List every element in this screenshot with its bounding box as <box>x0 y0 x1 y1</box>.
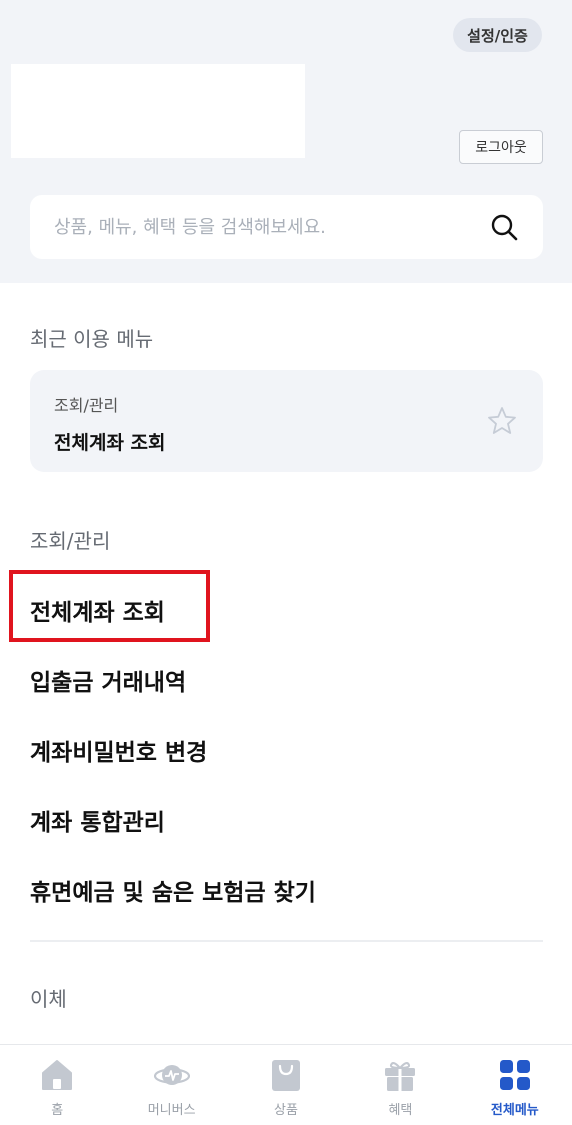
profile-area <box>11 64 305 158</box>
recent-menu-card[interactable]: 조회/관리 전체계좌 조회 <box>30 370 543 472</box>
home-icon <box>42 1060 73 1090</box>
recent-card-name: 전체계좌 조회 <box>54 432 166 454</box>
logout-button[interactable]: 로그아웃 <box>459 130 543 164</box>
menu-item-all-accounts[interactable]: 전체계좌 조회 <box>30 593 165 627</box>
recent-menu-title: 최근 이용 메뉴 <box>30 327 154 351</box>
search-icon[interactable] <box>489 212 519 242</box>
planet-icon <box>153 1065 190 1085</box>
settings-auth-button[interactable]: 설정/인증 <box>453 18 542 52</box>
recent-card-category: 조회/관리 <box>54 396 119 415</box>
nav-item-home[interactable]: 홈 <box>0 1045 114 1125</box>
nav-item-all-menu[interactable]: 전체메뉴 <box>458 1045 572 1125</box>
grid-menu-icon <box>499 1060 530 1090</box>
menu-item-account-integration[interactable]: 계좌 통합관리 <box>30 803 165 837</box>
nav-item-moneyverse[interactable]: 머니버스 <box>114 1045 228 1125</box>
menu-item-change-password[interactable]: 계좌비밀번호 변경 <box>30 733 207 767</box>
inquiry-section-title: 조회/관리 <box>30 529 111 553</box>
menu-item-transaction-history[interactable]: 입출금 거래내역 <box>30 663 186 697</box>
header: 설정/인증 로그아웃 <box>0 0 572 283</box>
nav-label-moneyverse: 머니버스 <box>147 1103 196 1118</box>
bottom-navigation: 홈 머니버스 상품 혜택 전체메뉴 <box>0 1044 572 1125</box>
search-input[interactable] <box>54 216 474 238</box>
nav-item-products[interactable]: 상품 <box>229 1045 343 1125</box>
nav-label-benefits: 혜택 <box>388 1103 413 1118</box>
gift-icon <box>385 1062 416 1091</box>
shopping-bag-icon <box>272 1060 301 1091</box>
nav-item-benefits[interactable]: 혜택 <box>343 1045 457 1125</box>
star-icon[interactable] <box>487 406 517 436</box>
menu-item-dormant-deposit[interactable]: 휴면예금 및 숨은 보험금 찾기 <box>30 873 316 907</box>
search-bar[interactable] <box>30 195 543 259</box>
nav-label-products: 상품 <box>274 1103 298 1118</box>
nav-label-all-menu: 전체메뉴 <box>490 1103 539 1118</box>
nav-label-home: 홈 <box>51 1103 64 1118</box>
section-divider <box>30 940 543 942</box>
transfer-section-title: 이체 <box>30 987 67 1011</box>
